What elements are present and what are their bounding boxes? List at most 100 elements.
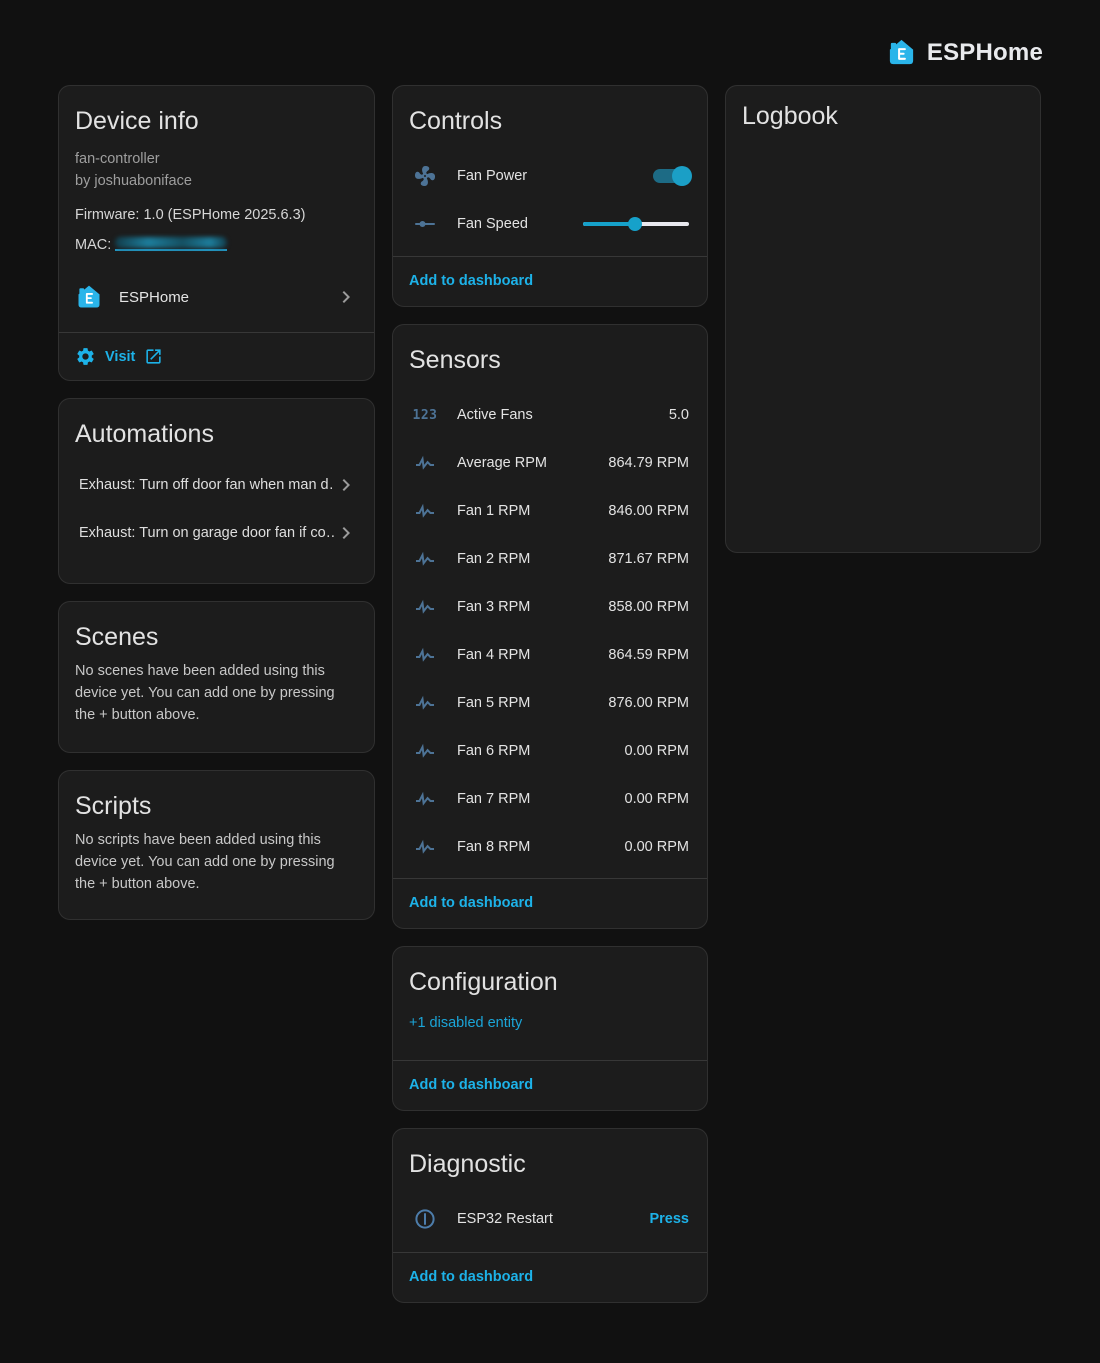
automation-row[interactable]: Exhaust: Turn off door fan when man d… [59,461,374,509]
firmware-line: Firmware: 1.0 (ESPHome 2025.6.3) [59,204,374,226]
automation-label: Exhaust: Turn off door fan when man d… [79,477,334,493]
power-cycle-icon [413,1207,437,1231]
scenes-empty-text: No scenes have been added using this dev… [59,660,374,742]
scenes-card: Scenes No scenes have been added using t… [58,601,375,753]
device-name: fan-controller [59,148,374,170]
sensor-row[interactable]: Fan 8 RPM 0.00 RPM [393,823,707,871]
external-link-icon [144,347,163,366]
device-info-card: Device info fan-controller by joshuaboni… [58,85,375,381]
pulse-icon [413,595,437,619]
sensor-value: 0.00 RPM [625,791,689,807]
chevron-right-icon [334,285,358,309]
integration-label: ESPHome [119,289,189,306]
chevron-right-icon [334,473,358,497]
sensor-row[interactable]: Fan 1 RPM 846.00 RPM [393,487,707,535]
sensor-row[interactable]: Average RPM 864.79 RPM [393,439,707,487]
pulse-icon [413,835,437,859]
device-by-line: by joshuaboniface [59,170,374,192]
disabled-entities-link[interactable]: +1 disabled entity [393,1009,707,1031]
sensor-row[interactable]: Fan 2 RPM 871.67 RPM [393,535,707,583]
sensor-value: 864.59 RPM [608,647,689,663]
scripts-card: Scripts No scripts have been added using… [58,770,375,920]
sensor-label: Average RPM [457,455,547,471]
visit-row[interactable]: Visit [59,332,374,380]
sensor-row[interactable]: Fan 7 RPM 0.00 RPM [393,775,707,823]
add-to-dashboard-link[interactable]: Add to dashboard [409,1077,533,1093]
configuration-title: Configuration [393,947,707,1009]
automations-card: Automations Exhaust: Turn off door fan w… [58,398,375,584]
gear-icon [75,346,96,367]
fan-speed-slider[interactable] [583,217,689,231]
controls-card: Controls Fan Power Fan [392,85,708,307]
sensor-label: Fan 2 RPM [457,551,530,567]
control-row-fan-power: Fan Power [393,152,707,200]
scripts-empty-text: No scripts have been added using this de… [59,829,374,911]
control-label: Fan Speed [457,216,528,232]
sensor-value: 876.00 RPM [608,695,689,711]
pulse-icon [413,787,437,811]
diagnostic-card: Diagnostic ESP32 Restart Press Add to da… [392,1128,708,1303]
sensor-value: 871.67 RPM [608,551,689,567]
pulse-icon [413,451,437,475]
scripts-title: Scripts [59,771,374,829]
controls-footer: Add to dashboard [393,256,707,306]
press-button[interactable]: Press [649,1211,689,1227]
esphome-brand: ESPHome [886,37,1043,68]
mac-label: MAC: [75,237,111,253]
esphome-house-icon [75,283,103,311]
brand-title: ESPHome [927,39,1043,67]
sensor-label: Fan 4 RPM [457,647,530,663]
sensor-label: Fan 7 RPM [457,791,530,807]
sensor-value: 5.0 [669,407,689,423]
sensor-value: 0.00 RPM [625,743,689,759]
add-to-dashboard-link[interactable]: Add to dashboard [409,1269,533,1285]
sensor-row[interactable]: Fan 5 RPM 876.00 RPM [393,679,707,727]
sensor-label: Fan 5 RPM [457,695,530,711]
controls-title: Controls [393,86,707,148]
slider-icon [413,212,437,236]
configuration-card: Configuration +1 disabled entity Add to … [392,946,708,1111]
control-label: Fan Power [457,168,527,184]
sensor-value: 858.00 RPM [608,599,689,615]
diagnostic-label: ESP32 Restart [457,1211,553,1227]
add-to-dashboard-link[interactable]: Add to dashboard [409,273,533,289]
slider-thumb[interactable] [628,217,642,231]
sensor-row[interactable]: Fan 4 RPM 864.59 RPM [393,631,707,679]
device-info-title: Device info [59,86,374,148]
add-to-dashboard-link[interactable]: Add to dashboard [409,895,533,911]
automations-title: Automations [59,399,374,461]
fan-power-toggle[interactable] [653,169,689,183]
automation-row[interactable]: Exhaust: Turn on garage door fan if co… [59,509,374,557]
sensor-label: Fan 6 RPM [457,743,530,759]
sensor-row[interactable]: Fan 3 RPM 858.00 RPM [393,583,707,631]
diagnostic-footer: Add to dashboard [393,1252,707,1302]
pulse-icon [413,499,437,523]
sensor-row[interactable]: 123 Active Fans 5.0 [393,391,707,439]
integration-row-esphome[interactable]: ESPHome [59,274,374,320]
diagnostic-title: Diagnostic [393,1129,707,1191]
mac-line: MAC: [59,234,374,256]
chevron-right-icon [334,521,358,545]
sensor-value: 846.00 RPM [608,503,689,519]
sensor-label: Fan 3 RPM [457,599,530,615]
mac-redacted-value [115,238,227,251]
fan-icon [413,164,437,188]
pulse-icon [413,643,437,667]
sensor-label: Fan 1 RPM [457,503,530,519]
visit-link[interactable]: Visit [105,349,135,365]
control-row-fan-speed: Fan Speed [393,200,707,248]
configuration-footer: Add to dashboard [393,1060,707,1110]
sensors-card: Sensors 123 Active Fans 5.0 Average RPM … [392,324,708,929]
logbook-card: Logbook [725,85,1041,553]
sensor-row[interactable]: Fan 6 RPM 0.00 RPM [393,727,707,775]
automation-label: Exhaust: Turn on garage door fan if co… [79,525,334,541]
sensor-value: 0.00 RPM [625,839,689,855]
scenes-title: Scenes [59,602,374,660]
pulse-icon [413,547,437,571]
sensor-label: Fan 8 RPM [457,839,530,855]
esphome-logo-icon [886,37,917,68]
logbook-title: Logbook [726,86,1040,143]
sensors-title: Sensors [393,325,707,387]
pulse-icon [413,739,437,763]
main-columns: Device info fan-controller by joshuaboni… [58,85,1041,1303]
